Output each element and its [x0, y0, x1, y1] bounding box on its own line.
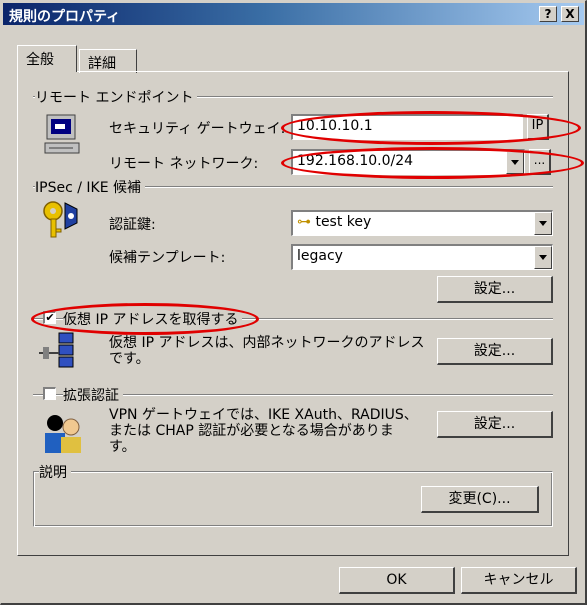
ext-auth-description: VPN ゲートウェイでは、IKE XAuth、RADIUS、または CHAP 認… [109, 407, 418, 455]
remote-network-combo[interactable]: 192.168.10.0/24 [291, 149, 525, 175]
virtual-ip-checkbox-label[interactable]: 仮想 IP アドレスを取得する [63, 309, 243, 329]
ext-auth-settings-button[interactable]: 設定... [437, 411, 553, 438]
chevron-down-icon[interactable] [506, 151, 524, 174]
key-icon [43, 201, 78, 238]
tab-details[interactable]: 詳細 [79, 49, 137, 73]
users-icon [45, 415, 81, 453]
tab-general[interactable]: 全般 [17, 45, 77, 72]
remote-network-label: リモート ネットワーク: [109, 156, 259, 172]
close-button[interactable]: X [561, 6, 579, 22]
network-adapter-icon [39, 332, 74, 368]
window-title: 規則のプロパティ [9, 9, 121, 25]
virtual-ip-checkbox[interactable]: ✔ [43, 311, 56, 324]
browse-network-button[interactable]: ... [529, 149, 551, 175]
ipsec-settings-button[interactable]: 設定... [437, 276, 553, 303]
virtual-ip-settings-button[interactable]: 設定... [437, 338, 553, 365]
cancel-button[interactable]: キャンセル [461, 567, 577, 594]
ip-button[interactable]: IP [527, 114, 549, 140]
auth-key-combo[interactable]: ⊶ test key [291, 210, 553, 236]
computer-icon [44, 114, 80, 154]
title-bar[interactable]: 規則のプロパティ ? X [3, 3, 584, 25]
ext-auth-checkbox[interactable] [43, 387, 56, 400]
chevron-down-icon[interactable] [534, 212, 552, 235]
description-group-label: 説明 [39, 462, 71, 482]
gateway-label: セキュリティ ゲートウェイ: [109, 121, 286, 137]
template-value: legacy [297, 248, 343, 264]
virtual-ip-description: 仮想 IP アドレスは、内部ネットワークのアドレスです。 [109, 335, 425, 367]
auth-key-value: test key [315, 214, 372, 230]
ext-auth-checkbox-label[interactable]: 拡張認証 [63, 385, 123, 405]
template-label: 候補テンプレート: [109, 250, 226, 266]
gateway-input[interactable]: 10.10.10.1 [291, 114, 523, 140]
help-button[interactable]: ? [539, 6, 557, 22]
remote-network-value: 192.168.10.0/24 [297, 153, 414, 169]
ipsec-group-label: IPSec / IKE 候補 [35, 177, 145, 197]
chevron-down-icon[interactable] [534, 246, 552, 269]
small-key-icon: ⊶ [297, 214, 316, 230]
properties-dialog: 規則のプロパティ ? X 全般 詳細 リモート エンドポイント セキュリティ ゲ… [0, 0, 587, 605]
change-button[interactable]: 変更(C)... [421, 486, 539, 513]
ok-button[interactable]: OK [339, 567, 455, 594]
remote-endpoint-group-label: リモート エンドポイント [35, 87, 198, 107]
template-combo[interactable]: legacy [291, 244, 553, 270]
auth-key-label: 認証鍵: [109, 217, 156, 233]
